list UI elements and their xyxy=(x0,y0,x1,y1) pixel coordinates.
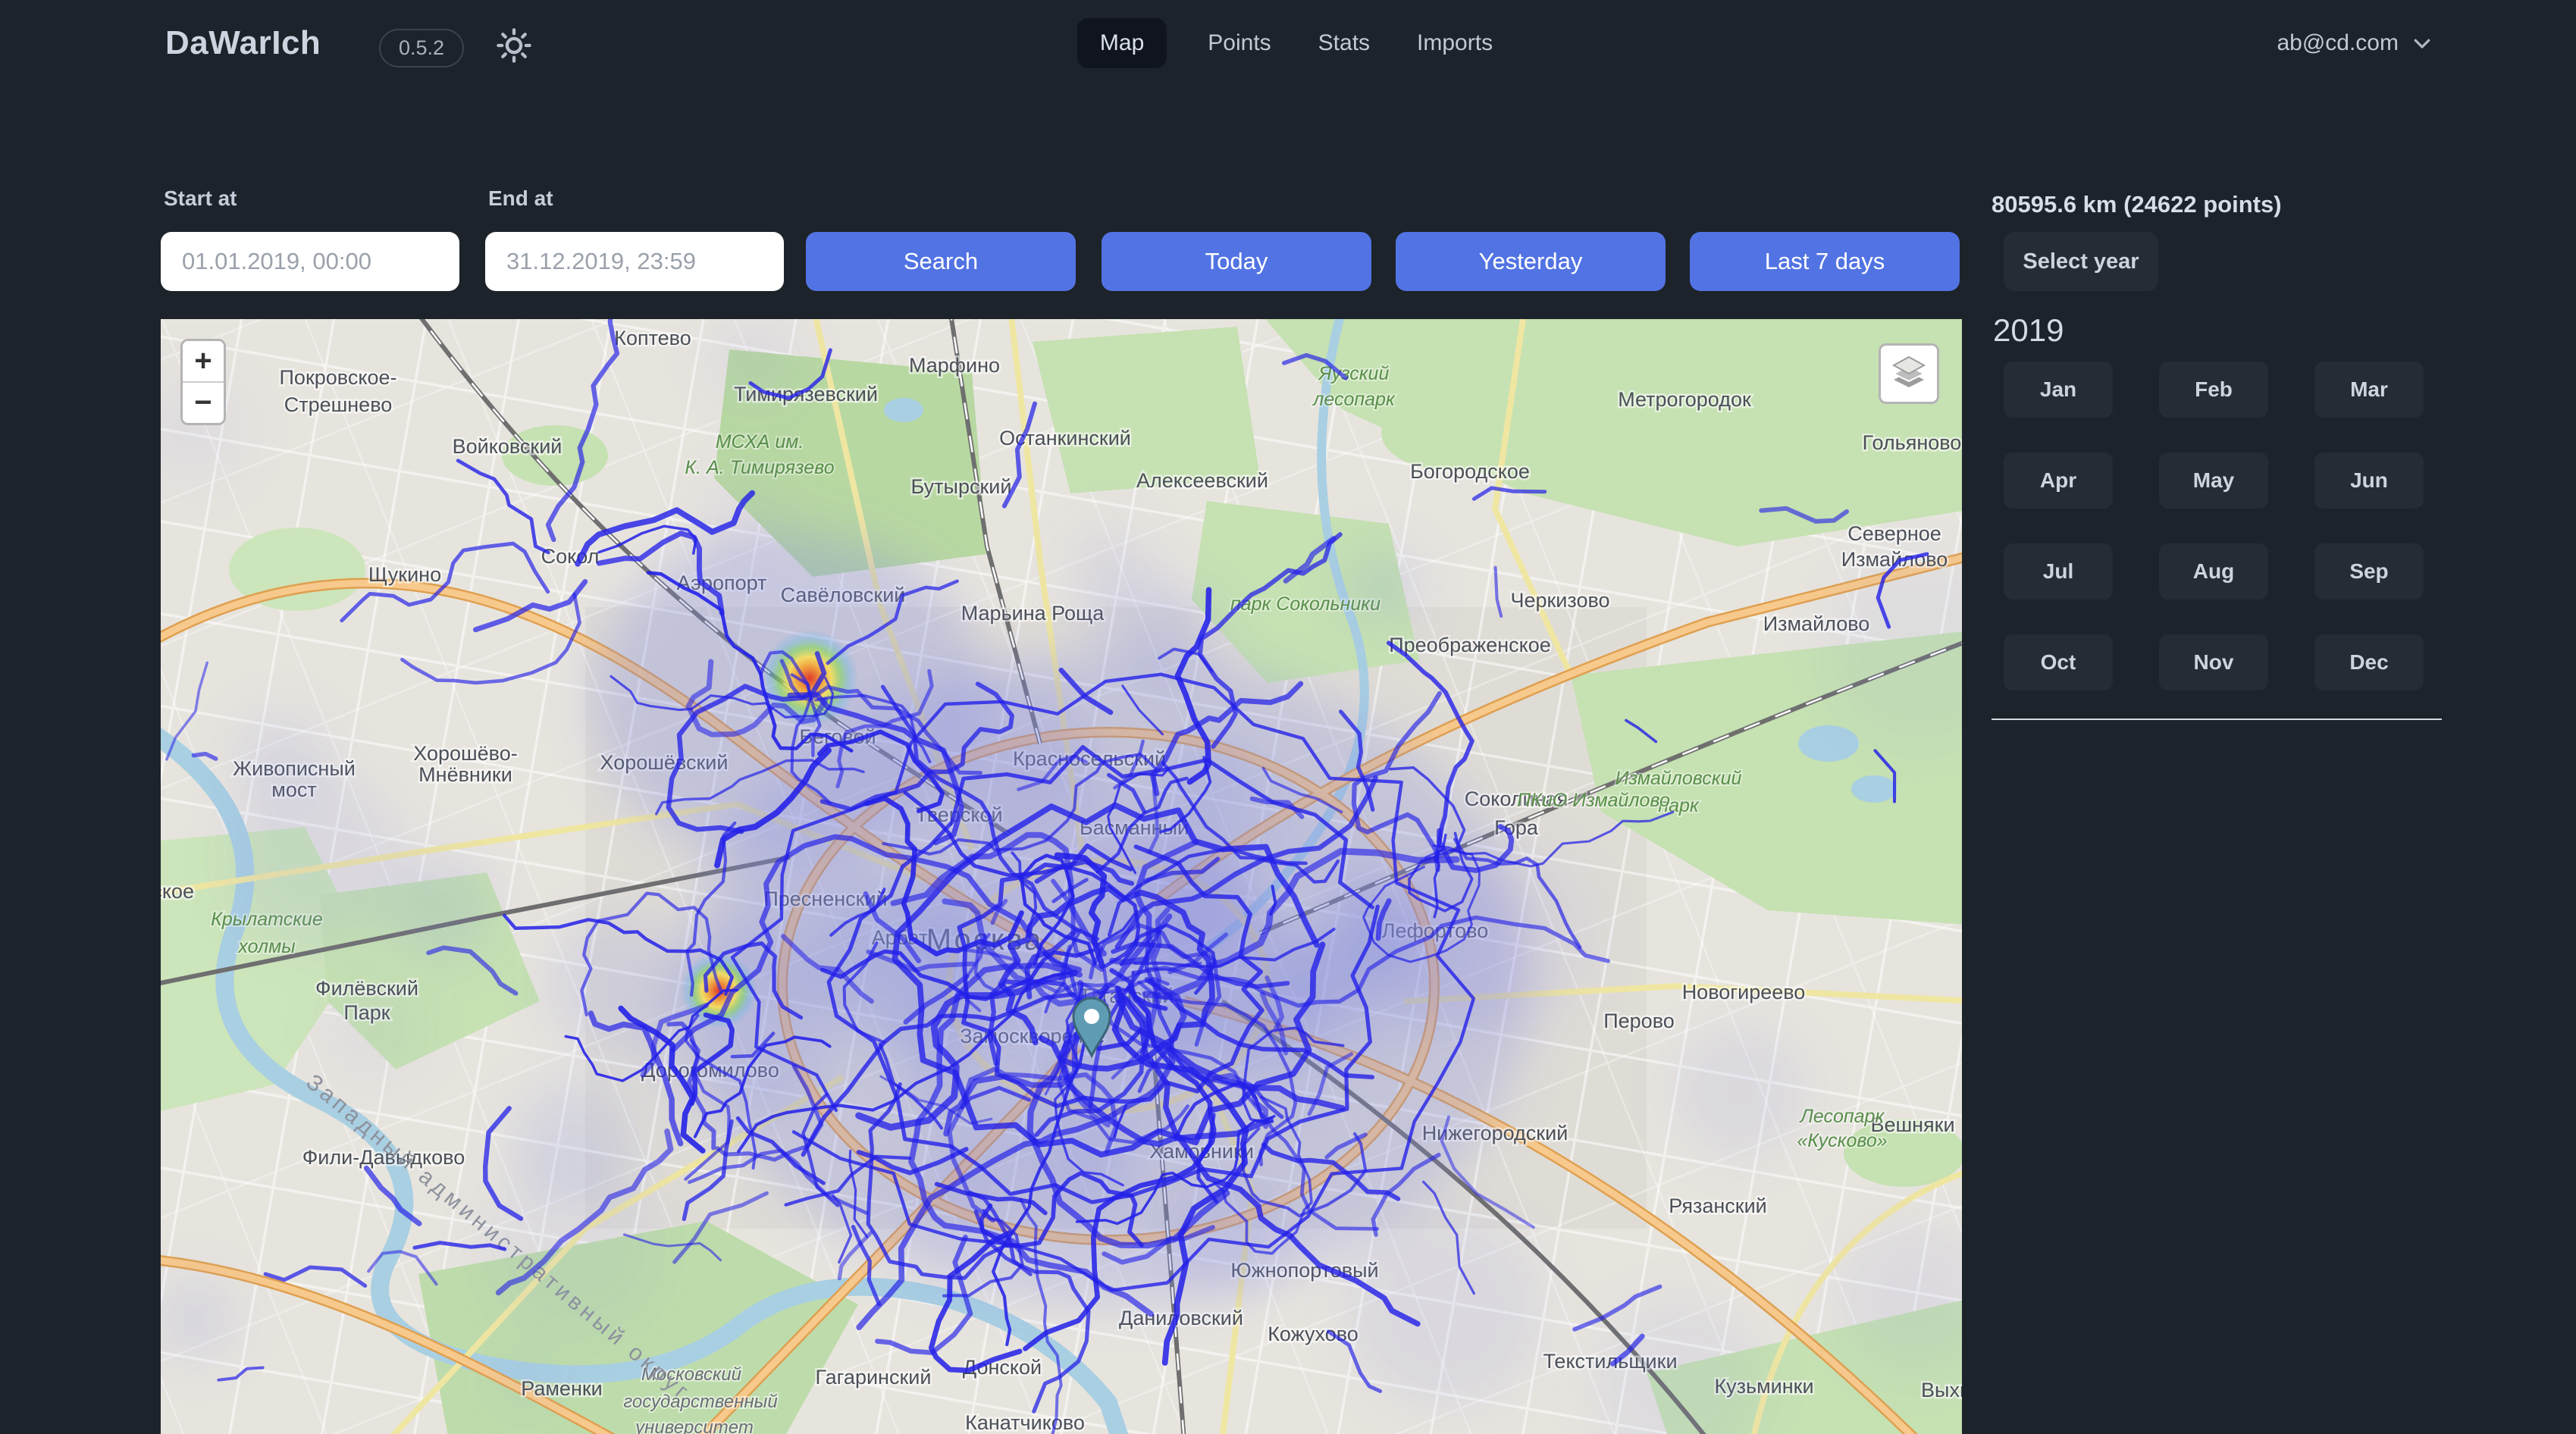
chevron-down-icon xyxy=(2411,32,2433,55)
month-button-mar[interactable]: Mar xyxy=(2314,362,2424,418)
start-at-input[interactable] xyxy=(161,232,459,291)
month-button-dec[interactable]: Dec xyxy=(2314,634,2424,690)
yesterday-button[interactable]: Yesterday xyxy=(1396,232,1666,291)
select-year-button[interactable]: Select year xyxy=(2004,232,2158,291)
main-nav: Map Points Stats Imports xyxy=(1077,18,1499,68)
tab-imports[interactable]: Imports xyxy=(1411,18,1499,68)
distance-summary: 80595.6 km (24622 points) xyxy=(1992,191,2282,218)
zoom-in-button[interactable]: + xyxy=(183,341,224,381)
map-label: Гагаринский xyxy=(816,1366,932,1389)
sidebar-divider xyxy=(1992,719,2442,720)
map-base-art: КоптевоПокровское-СтрешневоТимирязевский… xyxy=(161,319,1962,1434)
map-label: Северное xyxy=(1847,522,1941,545)
end-at-label: End at xyxy=(488,186,553,211)
map-label: Даниловский xyxy=(1119,1307,1243,1329)
month-button-oct[interactable]: Oct xyxy=(2004,634,2113,690)
map-label: Рязанский xyxy=(1669,1194,1767,1217)
map-label: университет xyxy=(634,1417,754,1434)
month-button-jan[interactable]: Jan xyxy=(2004,362,2113,418)
map-label: Преображенское xyxy=(1389,634,1551,656)
months-grid: Jan Feb Mar Apr May Jun Jul Aug Sep Oct … xyxy=(2004,362,2424,690)
map-label: государственный xyxy=(623,1392,777,1412)
map-label: Выхино xyxy=(1921,1379,1962,1401)
map-label: лесопарк xyxy=(1312,389,1396,410)
search-button[interactable]: Search xyxy=(806,232,1076,291)
map-label: Марфино xyxy=(909,354,1000,377)
map-canvas[interactable]: КоптевоПокровское-СтрешневоТимирязевский… xyxy=(161,319,1962,1434)
map-label: Хорошёво- xyxy=(413,742,517,765)
map-label: Новогиреево xyxy=(1682,981,1806,1003)
year-heading: 2019 xyxy=(1993,312,2064,349)
month-button-sep[interactable]: Sep xyxy=(2314,543,2424,600)
map-label: Метрогородок xyxy=(1618,388,1751,411)
map-label: Богородское xyxy=(1410,460,1530,483)
tab-stats[interactable]: Stats xyxy=(1312,18,1376,68)
layers-icon xyxy=(1889,352,1929,396)
zoom-out-button[interactable]: − xyxy=(183,381,224,423)
map-label: Мнёвники xyxy=(418,763,512,786)
map-label: МСХА им. xyxy=(716,431,804,452)
tab-points[interactable]: Points xyxy=(1202,18,1277,68)
map-label: Лесопарк xyxy=(1799,1106,1885,1127)
map-label: Канатчиково xyxy=(965,1411,1085,1434)
month-button-aug[interactable]: Aug xyxy=(2159,543,2268,600)
map-label: Алексеевский xyxy=(1136,469,1268,492)
map-label: Бутырский xyxy=(911,475,1012,498)
map-label: Коптево xyxy=(614,327,691,349)
map-label: Крылатское xyxy=(161,880,194,903)
map-label: Черкизово xyxy=(1510,589,1609,612)
map-label: Яузский xyxy=(1318,363,1390,384)
month-button-nov[interactable]: Nov xyxy=(2159,634,2268,690)
month-button-jun[interactable]: Jun xyxy=(2314,452,2424,509)
map-label: Измайловский xyxy=(1615,768,1742,789)
map-label: «Кусково» xyxy=(1797,1130,1887,1151)
map-label: Стрешнево xyxy=(284,393,393,416)
map-label: Войковский xyxy=(453,435,563,458)
theme-toggle-sun-icon[interactable] xyxy=(494,26,534,65)
month-button-apr[interactable]: Apr xyxy=(2004,452,2113,509)
map-label: Сокол xyxy=(541,545,600,568)
today-button[interactable]: Today xyxy=(1102,232,1371,291)
month-button-may[interactable]: May xyxy=(2159,452,2268,509)
tab-map[interactable]: Map xyxy=(1077,18,1167,68)
map-zoom-control: + − xyxy=(180,339,226,425)
month-button-feb[interactable]: Feb xyxy=(2159,362,2268,418)
app-logo: DaWarIch xyxy=(165,24,321,62)
dawarich-app: DaWarIch 0.5.2 Map Points Stats Imports … xyxy=(0,0,2576,1434)
user-email: ab@cd.com xyxy=(2277,30,2399,56)
version-badge: 0.5.2 xyxy=(379,29,464,67)
map-label: Гольяново xyxy=(1863,431,1962,454)
map-label: ПКиО Измайлово xyxy=(1517,790,1670,811)
map-label: Перово xyxy=(1603,1010,1675,1032)
user-menu[interactable]: ab@cd.com xyxy=(2277,30,2433,56)
month-button-jul[interactable]: Jul xyxy=(2004,543,2113,600)
map-label: Щукино xyxy=(368,563,441,586)
start-at-label: Start at xyxy=(164,186,237,211)
map-layers-control[interactable] xyxy=(1879,343,1939,404)
map-label: Покровское- xyxy=(280,366,397,389)
end-at-input[interactable] xyxy=(485,232,784,291)
last-7-days-button[interactable]: Last 7 days xyxy=(1690,232,1960,291)
